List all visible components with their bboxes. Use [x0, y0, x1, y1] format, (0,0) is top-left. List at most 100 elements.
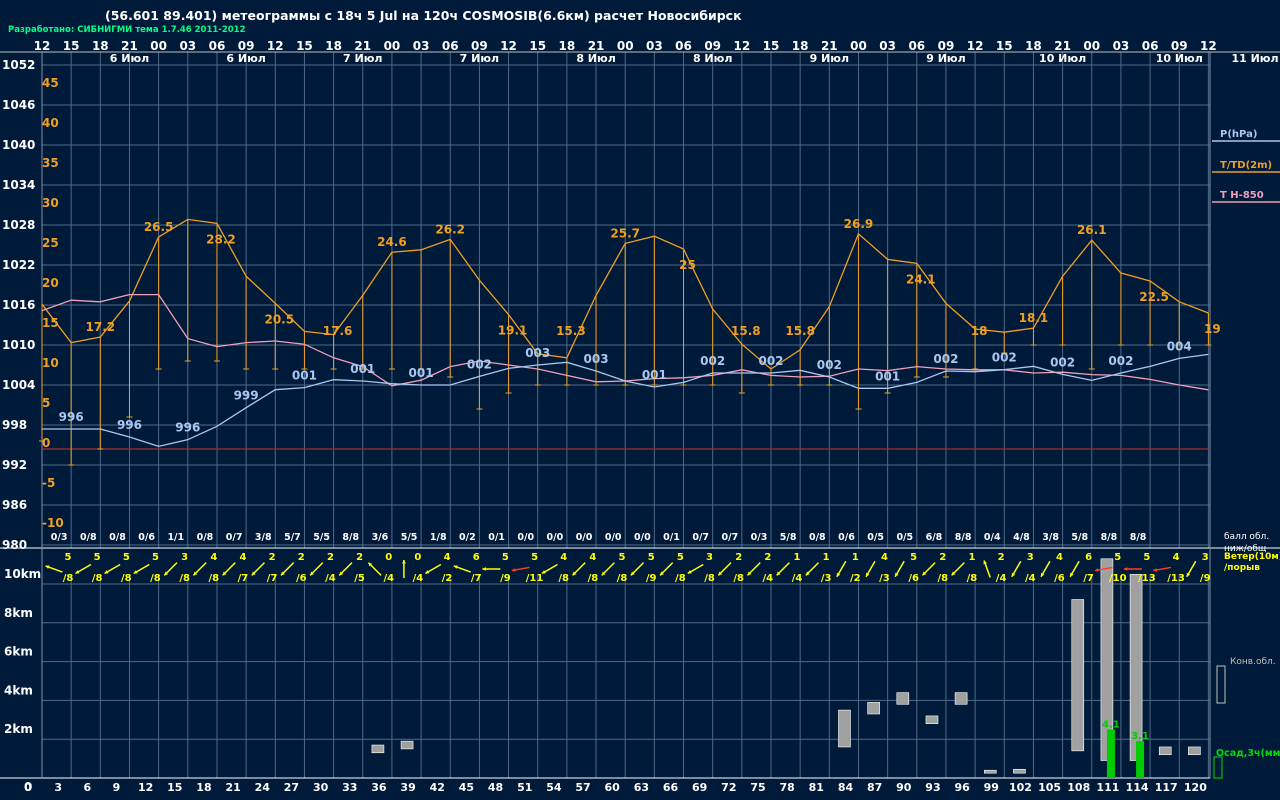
- wind-speed-label: 3: [181, 552, 188, 563]
- cloud-cover-label: 0/7: [692, 532, 709, 543]
- hour-tick-label: 09: [704, 39, 721, 53]
- lead-hour-label: 18: [196, 781, 211, 794]
- wind-speed-label: 4: [444, 552, 451, 563]
- cloud-cover-label: 0/3: [51, 532, 68, 543]
- lead-hour-label: 36: [371, 781, 387, 794]
- pressure-tick-label: 1028: [2, 218, 35, 232]
- temp-value-label: 20.5: [264, 312, 294, 326]
- hour-tick-label: 18: [792, 39, 809, 53]
- lead-hour-label: 114: [1126, 781, 1149, 794]
- pressure-value-label: 004: [1167, 339, 1192, 353]
- pressure-value-label: 001: [642, 368, 667, 382]
- temp-tick-label: -5: [42, 476, 55, 490]
- wind-speed-label: 2: [735, 552, 742, 563]
- cloud-bar: [371, 744, 385, 754]
- hour-tick-label: 06: [1142, 39, 1159, 53]
- wind-speed-label: 5: [65, 552, 72, 563]
- temp-value-label: 15.8: [785, 324, 815, 338]
- hour-tick-label: 09: [471, 39, 488, 53]
- wind-gust-label: /8: [733, 573, 744, 584]
- wind-speed-label: 2: [298, 552, 305, 563]
- hour-tick-label: 00: [850, 39, 867, 53]
- cloud-cover-label: 0/6: [138, 532, 155, 543]
- cloud-bar: [400, 740, 414, 750]
- pressure-value-label: 001: [875, 369, 900, 383]
- temp-value-label: 19: [1204, 322, 1221, 336]
- temp-tick-label: -10: [42, 516, 64, 530]
- cloud-cover-label: 0/0: [547, 532, 564, 543]
- pressure-value-label: 001: [350, 362, 375, 376]
- hour-tick-label: 06: [675, 39, 692, 53]
- credit-text: Разработано: СИБНИГМИ тема 1.7.46 2011-2…: [8, 24, 246, 35]
- hour-tick-label: 21: [1054, 39, 1071, 53]
- hour-tick-label: 15: [296, 39, 313, 53]
- lead-hour-label: 6: [83, 781, 91, 794]
- lead-hour-label: 84: [838, 781, 854, 794]
- temp-value-label: 26.9: [844, 217, 874, 231]
- cloud-cover-label: 0/8: [809, 532, 826, 543]
- hour-tick-label: 00: [150, 39, 167, 53]
- cloud-cover-label: 0/6: [838, 532, 855, 543]
- cloud-cover-label: 0/3: [751, 532, 768, 543]
- temp-value-label: 25.7: [610, 226, 640, 240]
- wind-gust-label: /13: [1167, 573, 1185, 584]
- height-tick-label: 2km: [4, 722, 33, 736]
- pressure-value-label: 001: [292, 369, 317, 383]
- hour-tick-label: 12: [1200, 39, 1217, 53]
- temp-value-label: 25: [679, 258, 696, 272]
- temp-value-label: 26.5: [144, 220, 174, 234]
- cloud-cover-label: 5/7: [284, 532, 301, 543]
- hour-tick-label: 15: [63, 39, 80, 53]
- cloud-cover-label: 6/8: [926, 532, 943, 543]
- lead-hour-label: 21: [225, 781, 240, 794]
- wind-gust-label: /4: [1025, 573, 1036, 584]
- wind-gust-label: /9: [500, 573, 511, 584]
- wind-gust-label: /3: [879, 573, 890, 584]
- wind-speed-label: 5: [94, 552, 101, 563]
- wind-speed-label: 2: [269, 552, 276, 563]
- wind-speed-label: 4: [589, 552, 596, 563]
- pressure-value-label: 003: [584, 352, 609, 366]
- cloud-bar: [838, 709, 851, 748]
- temp-value-label: 18.1: [1019, 311, 1049, 325]
- pressure-value-label: 996: [175, 421, 200, 435]
- lead-hour-label: 81: [809, 781, 824, 794]
- lead-hour-label: 93: [925, 781, 940, 794]
- legend-temp: T/TD(2m): [1220, 160, 1272, 171]
- temp-value-label: 15.8: [731, 324, 761, 338]
- wind-speed-label: 3: [1202, 552, 1209, 563]
- cloud-cover-label: 0/8: [197, 532, 214, 543]
- legend-cloud-cover: балл обл.: [1224, 532, 1269, 542]
- temp-tick-label: 35: [42, 156, 59, 170]
- wind-speed-label: 5: [910, 552, 917, 563]
- cloud-bar: [1013, 768, 1026, 774]
- wind-speed-label: 6: [473, 552, 480, 563]
- wind-gust-label: /5: [354, 573, 365, 584]
- wind-gust-label: /7: [238, 573, 249, 584]
- date-label: 8 Июл: [576, 52, 615, 65]
- meteogram-chart: (56.601 89.401) метеограммы с 18ч 5 Jul …: [0, 0, 1280, 800]
- height-tick-label: 4km: [4, 683, 33, 697]
- pressure-tick-label: 1046: [2, 98, 35, 112]
- cloud-cover-label: 0/0: [576, 532, 593, 543]
- wind-gust-label: /7: [1083, 573, 1094, 584]
- hour-tick-label: 12: [733, 39, 750, 53]
- lead-hour-label: 96: [954, 781, 970, 794]
- hour-tick-label: 00: [384, 39, 401, 53]
- hour-tick-label: 03: [413, 39, 430, 53]
- wind-gust-label: /8: [179, 573, 190, 584]
- lead-hour-label: 15: [167, 781, 182, 794]
- cloud-bar: [1188, 746, 1201, 756]
- lead-hour-label: 12: [138, 781, 153, 794]
- wind-gust-label: /4: [413, 573, 424, 584]
- temp-value-label: 24.6: [377, 235, 407, 249]
- wind-gust-label: /4: [763, 573, 774, 584]
- wind-speed-label: 4: [239, 552, 246, 563]
- wind-speed-label: 2: [764, 552, 771, 563]
- wind-gust-label: /8: [63, 573, 74, 584]
- lead-hour-label: 105: [1038, 781, 1061, 794]
- wind-gust-label: /8: [967, 573, 978, 584]
- pressure-tick-label: 998: [2, 418, 27, 432]
- lead-hour-label: 60: [605, 781, 621, 794]
- pressure-value-label: 002: [1108, 354, 1133, 368]
